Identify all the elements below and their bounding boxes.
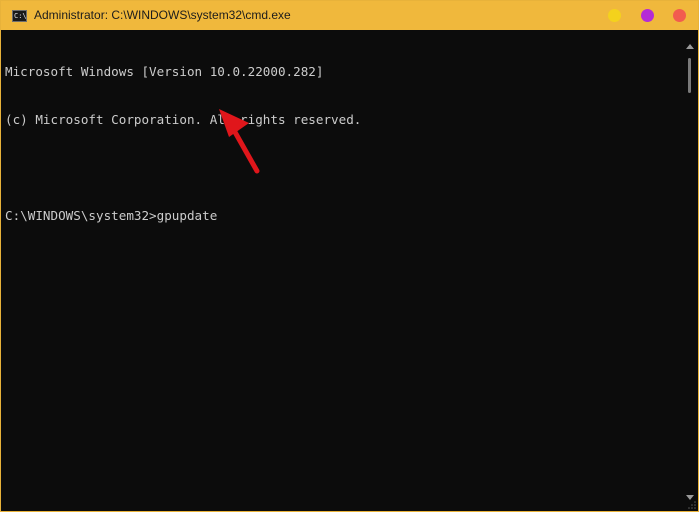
resize-grip-icon[interactable] bbox=[688, 501, 696, 509]
console-prompt-command[interactable]: C:\WINDOWS\system32>gpupdate bbox=[5, 208, 675, 224]
scroll-up-arrow-icon[interactable] bbox=[686, 44, 694, 49]
console-line-version: Microsoft Windows [Version 10.0.22000.28… bbox=[5, 64, 324, 79]
cmd-window: C:\ Administrator: C:\WINDOWS\system32\c… bbox=[0, 0, 699, 512]
title-bar[interactable]: C:\ Administrator: C:\WINDOWS\system32\c… bbox=[1, 1, 698, 30]
console-line-copyright: (c) Microsoft Corporation. All rights re… bbox=[5, 112, 362, 127]
console-output[interactable]: Microsoft Windows [Version 10.0.22000.28… bbox=[5, 32, 675, 502]
vertical-scrollbar[interactable] bbox=[683, 31, 697, 511]
cmd-icon-glyph: C:\ bbox=[14, 12, 27, 20]
scroll-down-arrow-icon[interactable] bbox=[686, 495, 694, 500]
cmd-icon[interactable]: C:\ bbox=[12, 10, 27, 22]
scrollbar-thumb[interactable] bbox=[688, 58, 691, 93]
close-button[interactable] bbox=[673, 9, 686, 22]
window-title: Administrator: C:\WINDOWS\system32\cmd.e… bbox=[34, 8, 291, 22]
maximize-button[interactable] bbox=[641, 9, 654, 22]
minimize-button[interactable] bbox=[608, 9, 621, 22]
red-arrow-icon bbox=[219, 109, 260, 174]
